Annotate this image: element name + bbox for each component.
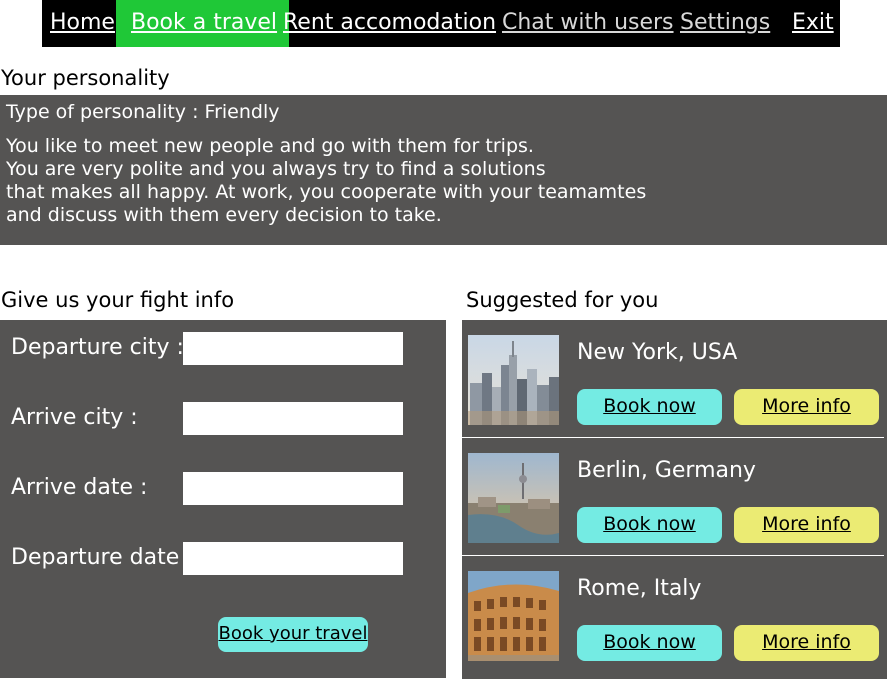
book-your-travel-button[interactable]: Book your travel <box>218 617 368 652</box>
nav-chat-with-users[interactable]: Chat with users <box>502 0 674 47</box>
nav-exit[interactable]: Exit <box>792 0 834 47</box>
page: Home Book a travel Rent accomodation Cha… <box>0 0 887 679</box>
suggestion-item: Berlin, Germany Book now More info <box>462 438 887 556</box>
personality-type: Type of personality : Friendly <box>6 101 280 123</box>
arrive-date-label: Arrive date : <box>11 475 148 500</box>
rome-thumbnail <box>468 571 559 661</box>
arrive-city-label: Arrive city : <box>11 405 138 430</box>
more-info-button[interactable]: More info <box>734 625 879 661</box>
departure-city-label: Departure city : <box>11 335 184 360</box>
top-nav: Home Book a travel Rent accomodation Cha… <box>42 0 840 47</box>
nav-home[interactable]: Home <box>50 0 115 47</box>
suggestion-item: New York, USA Book now More info <box>462 320 887 438</box>
arrive-date-input[interactable] <box>183 472 403 505</box>
departure-city-input[interactable] <box>183 332 403 365</box>
suggestion-city-name: New York, USA <box>577 340 738 365</box>
personality-description-line: You are very polite and you always try t… <box>6 158 546 180</box>
flight-form-heading: Give us your fight info <box>1 288 235 312</box>
personality-heading: Your personality <box>1 66 170 90</box>
personality-panel: Type of personality : Friendly You like … <box>0 95 887 245</box>
more-info-button[interactable]: More info <box>734 389 879 425</box>
suggestion-city-name: Rome, Italy <box>577 576 702 601</box>
departure-date-label: Departure date : <box>11 545 194 570</box>
nav-settings[interactable]: Settings <box>680 0 770 47</box>
nav-book-a-travel[interactable]: Book a travel <box>116 0 290 47</box>
suggestion-city-name: Berlin, Germany <box>577 458 756 483</box>
nav-rent-accomodation[interactable]: Rent accomodation <box>283 0 496 47</box>
suggestions-panel: New York, USA Book now More info Berlin,… <box>462 320 887 679</box>
suggestion-item: Rome, Italy Book now More info <box>462 556 887 674</box>
departure-date-input[interactable] <box>183 542 403 575</box>
flight-form-panel: Departure city : Arrive city : Arrive da… <box>0 320 446 678</box>
berlin-thumbnail <box>468 453 559 543</box>
personality-description-line: and discuss with them every decision to … <box>6 204 442 226</box>
book-now-button[interactable]: Book now <box>577 507 722 543</box>
book-now-button[interactable]: Book now <box>577 389 722 425</box>
more-info-button[interactable]: More info <box>734 507 879 543</box>
personality-description-line: You like to meet new people and go with … <box>6 135 534 157</box>
suggestions-heading: Suggested for you <box>466 288 659 312</box>
personality-description-line: that makes all happy. At work, you coope… <box>6 181 647 203</box>
arrive-city-input[interactable] <box>183 402 403 435</box>
book-now-button[interactable]: Book now <box>577 625 722 661</box>
personality-description: You like to meet new people and go with … <box>6 135 646 227</box>
new-york-thumbnail <box>468 335 559 425</box>
